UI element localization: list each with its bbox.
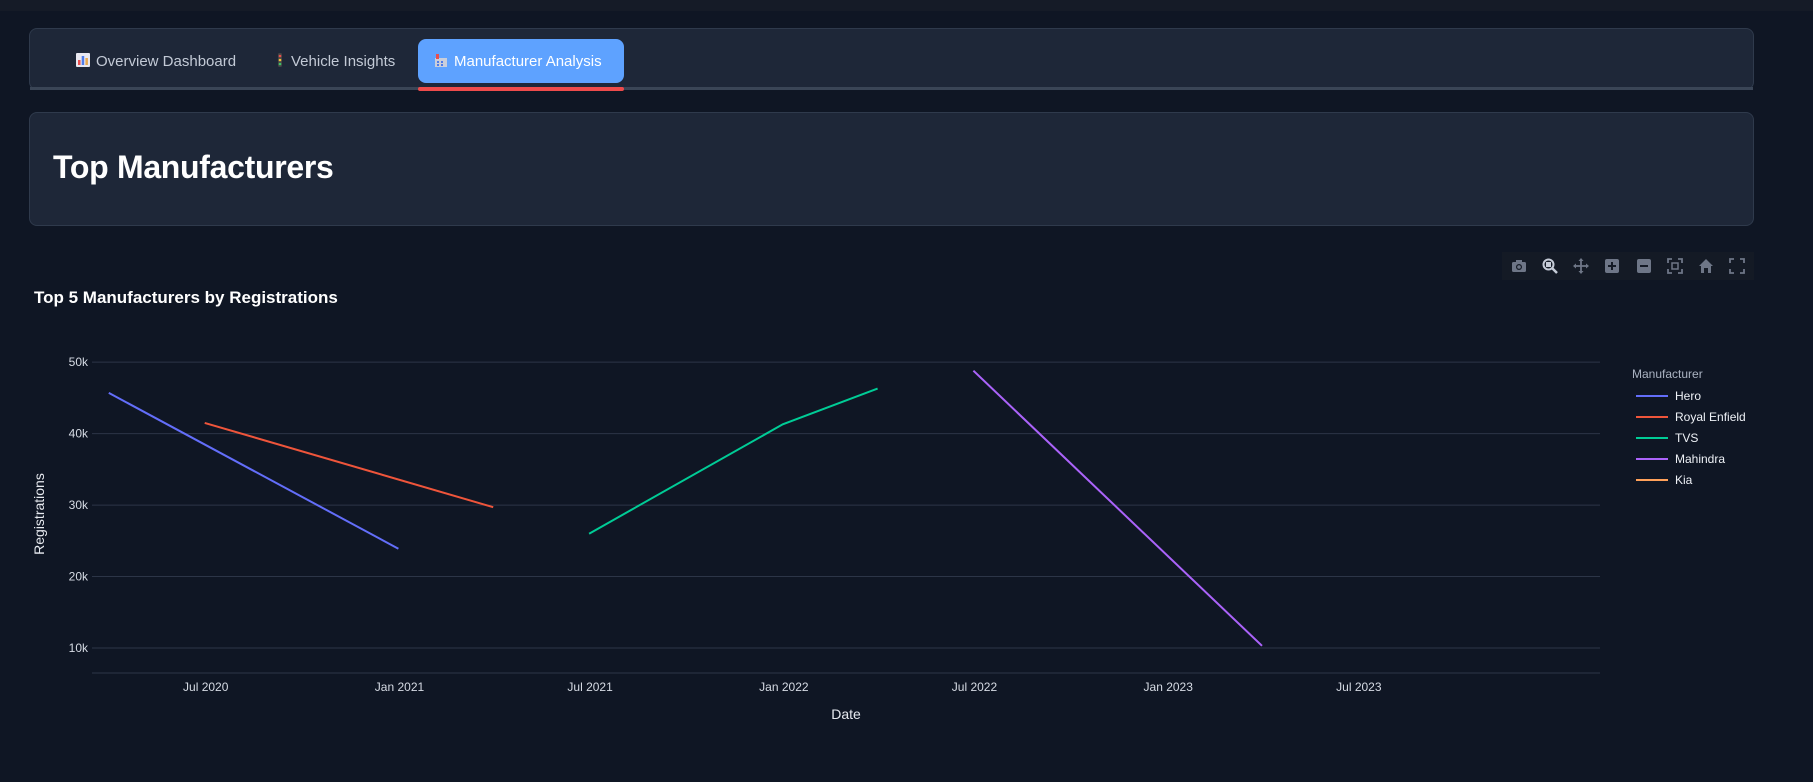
y-tick-label: 50k	[69, 355, 89, 369]
y-axis-title: Registrations	[31, 473, 47, 555]
x-tick-label: Jan 2021	[375, 680, 425, 694]
x-tick-label: Jan 2022	[759, 680, 809, 694]
legend-item-label: TVS	[1675, 431, 1698, 445]
legend-item-label: Hero	[1675, 389, 1701, 403]
series-line-mahindra	[972, 369, 1263, 647]
legend-title: Manufacturer	[1632, 367, 1703, 381]
line-chart: 10k 20k 30k 40k 50k Jul 2020 Jan 2021 Jul 2021 J…	[31, 355, 1746, 722]
legend-item-label: Mahindra	[1675, 452, 1725, 466]
x-axis-title: Date	[831, 706, 861, 722]
series-line-tvs	[588, 387, 878, 535]
y-tick-label: 10k	[69, 641, 89, 655]
x-tick-label: Jul 2021	[567, 680, 613, 694]
legend-item-label: Royal Enfield	[1675, 410, 1746, 424]
y-tick-label: 30k	[69, 498, 89, 512]
y-tick-label: 40k	[69, 427, 89, 441]
legend-item-label: Kia	[1675, 473, 1693, 487]
series-line-hero	[108, 392, 399, 550]
x-tick-label: Jul 2020	[183, 680, 229, 694]
y-tick-label: 20k	[69, 570, 89, 584]
x-tick-label: Jan 2023	[1144, 680, 1194, 694]
x-tick-label: Jul 2022	[952, 680, 998, 694]
x-tick-label: Jul 2023	[1336, 680, 1382, 694]
series-line-royal-enfield	[204, 421, 494, 509]
